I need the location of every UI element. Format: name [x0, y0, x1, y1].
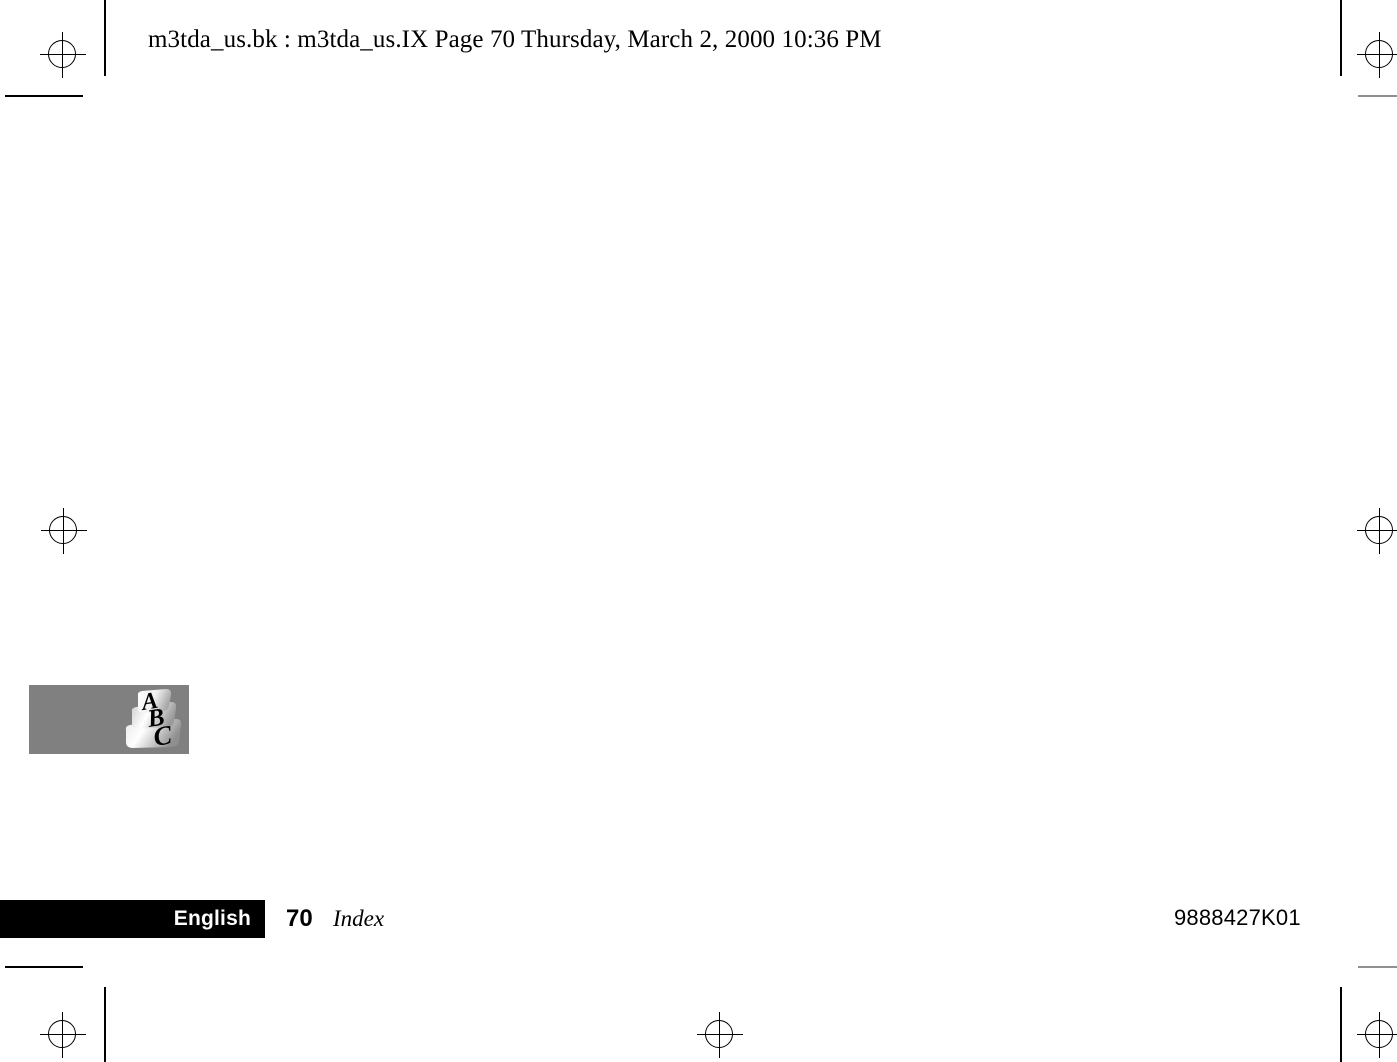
trim-line-top-right-horizontal [1358, 95, 1397, 97]
footer-section-name: Index [333, 906, 385, 931]
trim-line-bottom-left-vertical [104, 987, 106, 1062]
registration-mark-top-left [40, 32, 86, 78]
trim-line-bottom-right-horizontal [1358, 966, 1397, 968]
registration-mark-bottom-right [1357, 1012, 1397, 1058]
trim-line-top-left-vertical [104, 0, 106, 76]
abc-logo-icon: A B C [125, 688, 182, 752]
registration-mark-bottom-center [697, 1012, 743, 1058]
abc-logo-box: A B C [29, 685, 189, 754]
registration-mark-bottom-left [40, 1012, 86, 1058]
footer-part-number: 9888427K01 [1174, 905, 1301, 930]
footer-language-bar: English [0, 900, 265, 938]
registration-mark-top-right [1357, 32, 1397, 78]
page-body-area [104, 110, 1334, 880]
header-file-stamp: m3tda_us.bk : m3tda_us.IX Page 70 Thursd… [148, 26, 882, 53]
footer-language-label: English [173, 907, 251, 930]
registration-mark-mid-right [1357, 508, 1397, 554]
registration-mark-mid-left [41, 508, 87, 554]
trim-line-bottom-right-vertical [1340, 987, 1342, 1062]
print-proof-page: m3tda_us.bk : m3tda_us.IX Page 70 Thursd… [0, 0, 1397, 1062]
trim-line-top-right-vertical [1340, 0, 1342, 76]
footer-page-number: 70 [286, 905, 313, 932]
trim-line-top-left-horizontal [5, 95, 83, 97]
trim-line-bottom-left-horizontal [5, 966, 83, 968]
